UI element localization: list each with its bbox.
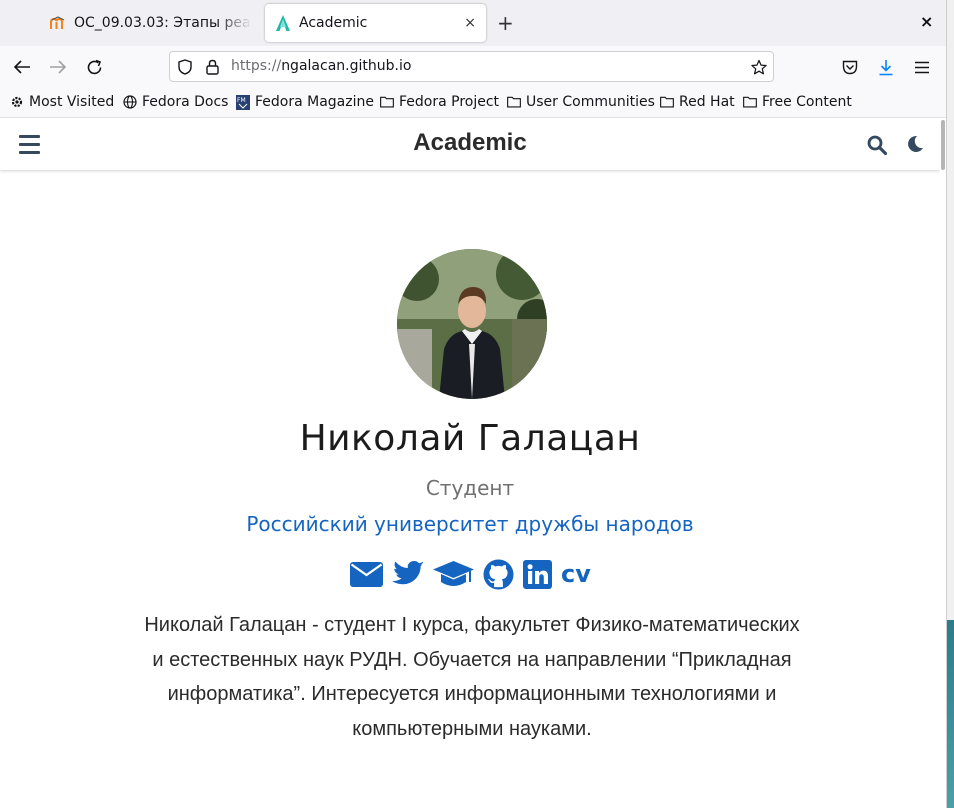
- graduation-cap-icon[interactable]: [433, 558, 474, 590]
- tab-title: ОС_09.03.03: Этапы реализации: [74, 15, 252, 31]
- bookmark-star-icon[interactable]: [751, 59, 767, 75]
- globe-icon: [123, 95, 137, 109]
- back-icon[interactable]: [12, 57, 32, 77]
- gear-icon: [10, 95, 24, 109]
- desktop-wallpaper: [947, 620, 954, 808]
- folder-icon: [743, 95, 757, 109]
- github-icon[interactable]: [483, 558, 514, 590]
- downloads-icon[interactable]: [876, 57, 896, 77]
- bookmark-fedora-project[interactable]: Fedora Project: [380, 94, 499, 110]
- avatar: [397, 249, 547, 399]
- pocket-icon[interactable]: [840, 57, 860, 77]
- envelope-icon[interactable]: [350, 558, 383, 590]
- web-page: Academic Николай Галацан Студент Российс…: [0, 118, 946, 808]
- window-close-button[interactable]: ×: [920, 14, 933, 30]
- site-navbar: Academic: [0, 118, 940, 170]
- new-tab-button[interactable]: +: [497, 13, 514, 33]
- url-text[interactable]: https://ngalacan.github.io: [231, 58, 411, 74]
- folder-icon: [380, 95, 394, 109]
- bookmark-most-visited[interactable]: Most Visited: [10, 94, 114, 110]
- bookmark-fedora-magazine[interactable]: FM Fedora Magazine: [236, 94, 374, 110]
- moodle-icon: [50, 15, 66, 31]
- tab-academic[interactable]: Academic ×: [265, 4, 486, 42]
- reload-icon[interactable]: [84, 57, 104, 77]
- folder-icon: [660, 95, 674, 109]
- search-icon[interactable]: [867, 135, 888, 156]
- dark-mode-moon-icon[interactable]: [906, 135, 924, 153]
- social-links: cv: [350, 558, 600, 590]
- linkedin-icon[interactable]: [523, 558, 552, 590]
- tab-title: Academic: [299, 15, 368, 31]
- bookmark-user-communities[interactable]: User Communities: [507, 94, 655, 110]
- shield-icon[interactable]: [177, 59, 193, 75]
- bookmark-red-hat[interactable]: Red Hat: [660, 94, 735, 110]
- site-brand[interactable]: Academic: [0, 129, 940, 157]
- folder-icon: [507, 95, 521, 109]
- menu-icon[interactable]: [912, 57, 932, 77]
- forward-icon[interactable]: [48, 57, 68, 77]
- navigation-toolbar: https://ngalacan.github.io: [0, 46, 946, 88]
- bookmark-free-content[interactable]: Free Content: [743, 94, 852, 110]
- cv-link[interactable]: cv: [561, 558, 591, 590]
- twitter-icon[interactable]: [392, 558, 424, 590]
- browser-window: ОС_09.03.03: Этапы реализации Academic ×…: [0, 0, 946, 808]
- tab-bar: ОС_09.03.03: Этапы реализации Academic ×…: [0, 0, 946, 46]
- scrollbar-thumb[interactable]: [941, 120, 945, 170]
- profile-role: Студент: [425, 476, 515, 500]
- bookmark-fedora-docs[interactable]: Fedora Docs: [123, 94, 228, 110]
- tab-moodle[interactable]: ОС_09.03.03: Этапы реализации: [40, 4, 262, 42]
- profile-name: Николай Галацан: [299, 418, 641, 459]
- lock-icon[interactable]: [204, 59, 220, 75]
- url-bar[interactable]: https://ngalacan.github.io: [169, 51, 774, 82]
- profile-organization-link[interactable]: Российский университет дружбы народов: [0, 512, 940, 536]
- fedora-magazine-icon: FM: [236, 94, 250, 110]
- close-tab-icon[interactable]: ×: [464, 15, 476, 31]
- svg-text:FM: FM: [237, 97, 246, 104]
- bookmarks-toolbar: Most Visited Fedora Docs FM Fedora Magaz…: [0, 88, 946, 118]
- profile-bio: Николай Галацан - студент I курса, факул…: [144, 614, 800, 740]
- desktop-background-strip: [946, 0, 954, 808]
- academic-icon: [275, 15, 291, 31]
